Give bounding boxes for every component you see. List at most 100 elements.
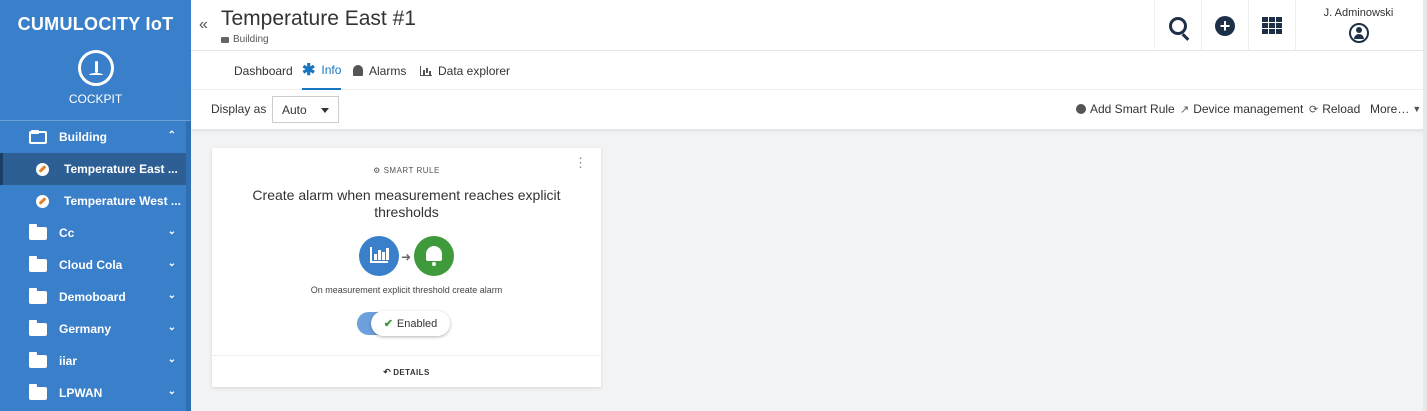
tab-dashboard[interactable]: Dashboard xyxy=(216,51,293,90)
chevron-down-icon[interactable]: ⌄ xyxy=(168,290,176,301)
tab-label: Dashboard xyxy=(234,63,293,78)
app-switcher-button[interactable] xyxy=(1248,0,1295,51)
caret-down-icon xyxy=(321,108,329,113)
gauge-icon xyxy=(78,50,114,86)
top-header: « Temperature East #1 Building + J. Admi… xyxy=(191,0,1427,51)
sidebar-scrollbar[interactable] xyxy=(186,121,191,411)
sidebar-group-label: Cc xyxy=(59,226,75,240)
device-navigator: Building ⌃ Temperature East ... Temperat… xyxy=(0,121,186,409)
refresh-icon: ⟳ xyxy=(1309,103,1319,116)
sidebar-item-temperature-east[interactable]: Temperature East ... xyxy=(0,153,186,185)
thermometer-icon xyxy=(36,162,49,176)
tab-data-explorer[interactable]: Data explorer xyxy=(420,51,510,90)
action-label: Reload xyxy=(1322,102,1361,116)
sidebar-group-label: iiar xyxy=(59,354,78,368)
action-label: Device management xyxy=(1193,102,1304,116)
sidebar-group-iiar[interactable]: iiar ⌄ xyxy=(0,345,186,377)
bell-icon xyxy=(353,65,363,76)
search-icon xyxy=(1169,16,1187,35)
grid-icon xyxy=(216,66,228,76)
sidebar-item-label: Temperature East ... xyxy=(64,162,178,176)
device-management-link[interactable]: ↗ Device management xyxy=(1180,102,1303,116)
card-title: Create alarm when measurement reaches ex… xyxy=(252,187,561,220)
reply-arrow-icon: ↶ xyxy=(383,367,392,377)
smart-rule-icon: ⚙ xyxy=(373,166,384,175)
plus-circle-icon: + xyxy=(1076,103,1086,115)
sidebar-group-label: LPWAN xyxy=(59,386,103,400)
sidebar-group-lpwan[interactable]: LPWAN ⌄ xyxy=(0,377,186,409)
search-button[interactable] xyxy=(1154,0,1201,51)
bar-chart-icon xyxy=(420,65,432,76)
chevron-up-icon[interactable]: ⌃ xyxy=(168,130,176,141)
brand-logo: CUMULOCITY IoT xyxy=(17,13,174,34)
card-kicker-label: SMART RULE xyxy=(383,166,440,175)
toggle-knob: ✔ Enabled xyxy=(371,311,450,336)
check-icon: ✔ xyxy=(383,318,393,330)
folder-open-icon xyxy=(29,129,47,144)
sidebar-group-label: Germany xyxy=(59,322,112,336)
action-label: More… xyxy=(1370,102,1410,116)
folder-icon xyxy=(29,255,47,272)
folder-icon xyxy=(29,319,47,336)
tab-bar: Dashboard ✱ Info Alarms Data explorer xyxy=(191,51,1427,90)
sidebar-group-label: Demoboard xyxy=(59,290,126,304)
folder-icon xyxy=(221,36,229,43)
folder-icon xyxy=(29,223,47,240)
chevron-down-icon[interactable]: ⌄ xyxy=(168,226,176,237)
display-as-value: Auto xyxy=(282,103,307,117)
sidebar: CUMULOCITY IoT COCKPIT Building ⌃ Temper… xyxy=(0,0,191,411)
display-as-select[interactable]: Auto xyxy=(272,96,339,123)
details-label: DETAILS xyxy=(393,368,430,377)
asterisk-icon: ✱ xyxy=(302,61,316,79)
tab-label: Info xyxy=(321,62,342,77)
enabled-toggle[interactable]: ✔ Enabled xyxy=(357,311,450,336)
details-button[interactable]: ↶ DETAILS xyxy=(212,355,601,387)
folder-icon xyxy=(29,287,47,304)
chevron-down-icon[interactable]: ⌄ xyxy=(168,258,176,269)
reload-button[interactable]: ⟳ Reload xyxy=(1309,102,1360,116)
measurement-chart-icon xyxy=(359,236,399,276)
sidebar-group-label: Cloud Cola xyxy=(59,258,123,272)
plus-circle-icon: + xyxy=(1215,15,1235,36)
sidebar-group-cloud-cola[interactable]: Cloud Cola ⌄ xyxy=(0,249,186,281)
tab-info[interactable]: ✱ Info xyxy=(302,51,342,90)
sidebar-group-building[interactable]: Building ⌃ xyxy=(0,121,186,153)
app-grid-icon xyxy=(1262,16,1282,35)
more-dropdown[interactable]: More… ▼ xyxy=(1370,102,1425,116)
arrow-right-icon: ➜ xyxy=(401,250,412,264)
sidebar-group-label: Building xyxy=(59,130,107,144)
user-avatar-icon xyxy=(1348,23,1369,43)
chevron-down-icon[interactable]: ⌄ xyxy=(168,354,176,365)
sidebar-item-temperature-west[interactable]: Temperature West ... xyxy=(0,185,186,217)
alarm-bell-icon xyxy=(414,236,454,276)
sidebar-group-demoboard[interactable]: Demoboard ⌄ xyxy=(0,281,186,313)
add-button[interactable]: + xyxy=(1201,0,1248,51)
tab-label: Alarms xyxy=(369,63,407,78)
chevron-down-icon[interactable]: ⌄ xyxy=(168,322,176,333)
action-bar: Display as Auto + Add Smart Rule ↗ Devic… xyxy=(191,90,1427,129)
app-name: COCKPIT xyxy=(68,92,123,106)
page-scrollbar[interactable] xyxy=(1423,0,1427,411)
card-description: On measurement explicit threshold create… xyxy=(310,285,503,295)
sidebar-item-label: Temperature West ... xyxy=(64,194,181,208)
display-as-label: Display as xyxy=(211,102,267,116)
user-menu[interactable]: J. Adminowski xyxy=(1295,0,1421,51)
breadcrumb[interactable]: Building xyxy=(221,34,269,45)
thermometer-icon xyxy=(36,194,49,208)
action-label: Add Smart Rule xyxy=(1090,102,1175,116)
toggle-label: Enabled xyxy=(396,317,438,330)
sidebar-group-cc[interactable]: Cc ⌄ xyxy=(0,217,186,249)
folder-icon xyxy=(29,383,47,400)
tab-alarms[interactable]: Alarms xyxy=(353,51,406,90)
add-smart-rule-button[interactable]: + Add Smart Rule xyxy=(1076,102,1175,116)
smart-rule-card: ⚙ SMART RULE ⋮ Create alarm when measure… xyxy=(212,148,601,387)
collapse-sidebar-icon[interactable]: « xyxy=(199,16,208,34)
tab-label: Data explorer xyxy=(438,63,511,78)
page-title: Temperature East #1 xyxy=(221,7,416,30)
more-vertical-icon[interactable]: ⋮ xyxy=(574,156,587,169)
breadcrumb-label[interactable]: Building xyxy=(233,34,269,45)
sidebar-group-germany[interactable]: Germany ⌄ xyxy=(0,313,186,345)
card-kicker: ⚙ SMART RULE xyxy=(212,166,601,175)
chevron-down-icon[interactable]: ⌄ xyxy=(168,386,176,397)
external-link-icon: ↗ xyxy=(1180,103,1190,116)
